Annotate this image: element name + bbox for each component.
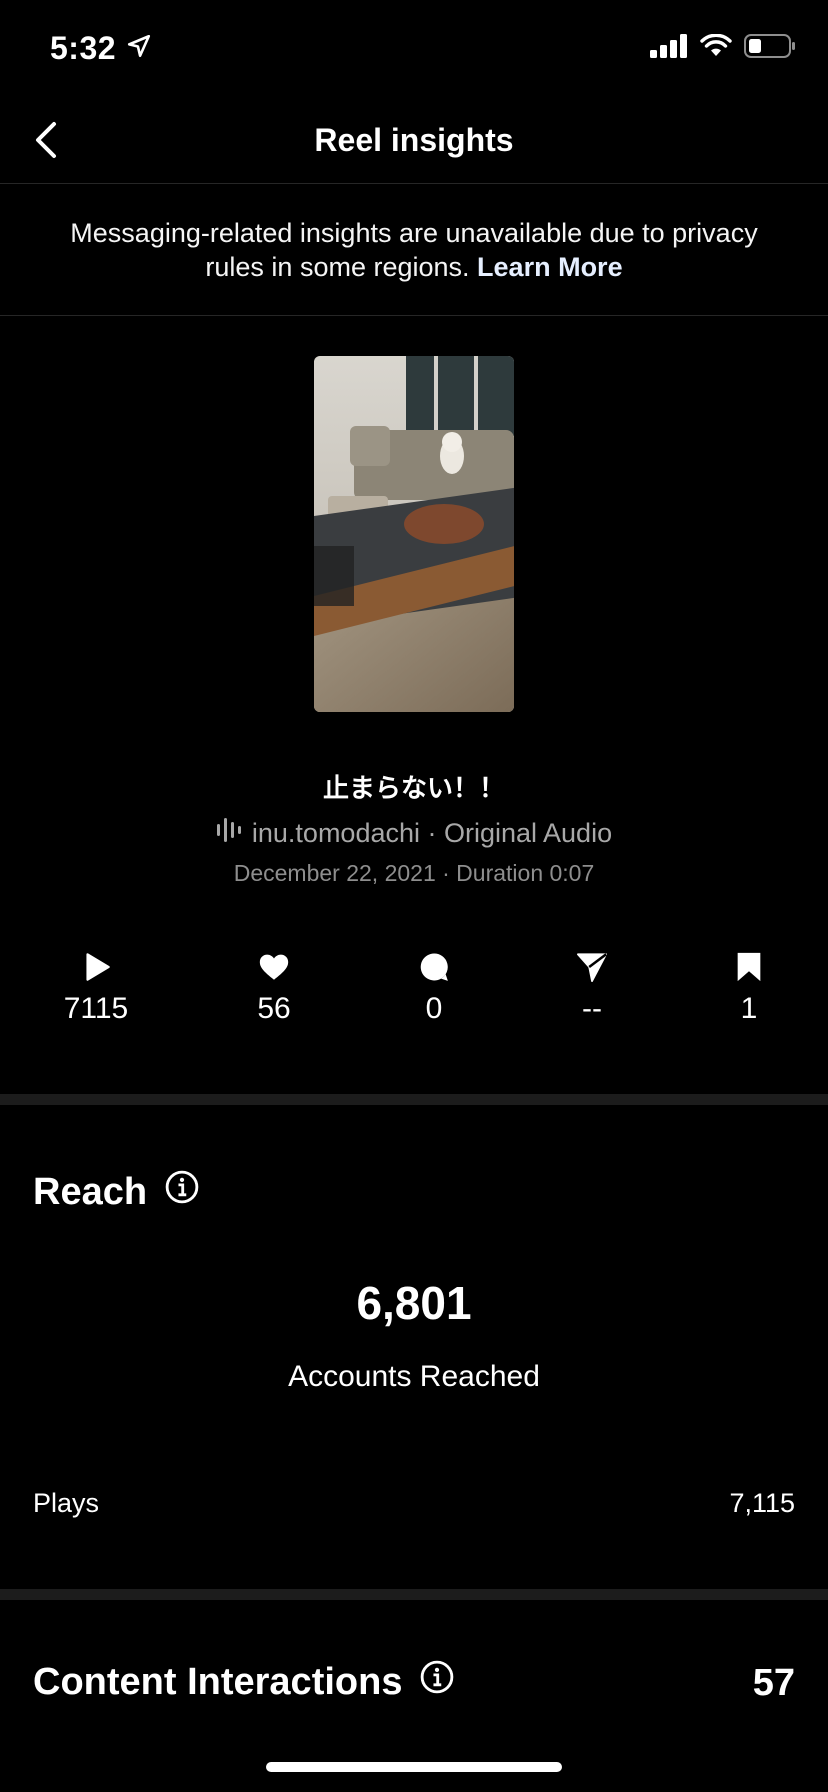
plays-value: 7,115 bbox=[729, 1488, 795, 1518]
stat-comments: 0 bbox=[374, 950, 494, 1026]
navigation-bar: Reel insights bbox=[0, 100, 828, 184]
comment-icon bbox=[374, 950, 494, 984]
content-interactions-title: Content Interactions bbox=[33, 1660, 403, 1703]
accounts-reached-number: 6,801 bbox=[356, 1277, 472, 1329]
plays-row: Plays 7,115 bbox=[33, 1488, 795, 1519]
play-icon bbox=[36, 950, 156, 984]
privacy-notice: Messaging-related insights are unavailab… bbox=[0, 184, 828, 316]
content-interactions-header: Content Interactions bbox=[33, 1660, 454, 1704]
section-divider bbox=[0, 1589, 828, 1600]
page-title: Reel insights bbox=[314, 122, 514, 158]
content-interactions-value: 57 bbox=[752, 1662, 795, 1704]
status-bar: 5:32 bbox=[0, 0, 828, 100]
plays-label: Plays bbox=[33, 1488, 100, 1518]
status-icons bbox=[650, 34, 796, 58]
section-divider bbox=[0, 1094, 828, 1105]
stat-value: -- bbox=[582, 992, 602, 1025]
bookmark-icon bbox=[689, 950, 809, 984]
audio-wave-icon bbox=[216, 818, 242, 849]
accounts-reached-label: Accounts Reached bbox=[288, 1360, 540, 1393]
reel-caption: 止まらない！！ bbox=[322, 773, 505, 803]
reel-insights-screen: 5:32 Reel insights Messaging-related ins… bbox=[0, 0, 828, 1792]
reach-title: Reach bbox=[33, 1170, 148, 1213]
heart-icon bbox=[214, 950, 334, 984]
location-arrow-icon bbox=[126, 30, 152, 67]
notice-message: Messaging-related insights are unavailab… bbox=[70, 217, 758, 282]
wifi-icon bbox=[700, 34, 732, 58]
stat-saves: 1 bbox=[689, 950, 809, 1026]
home-indicator[interactable] bbox=[266, 1762, 562, 1772]
learn-more-link[interactable]: Learn More bbox=[477, 252, 623, 282]
audio-attribution[interactable]: inu.tomodachi · Original Audio bbox=[0, 818, 828, 849]
reel-thumbnail-image bbox=[314, 356, 514, 712]
stat-likes: 56 bbox=[214, 950, 334, 1026]
audio-label: inu.tomodachi · Original Audio bbox=[251, 818, 613, 848]
privacy-notice-text: Messaging-related insights are unavailab… bbox=[60, 216, 768, 284]
cellular-signal-icon bbox=[650, 34, 688, 58]
reel-meta: December 22, 2021 · Duration 0:07 bbox=[233, 860, 595, 886]
reel-thumbnail[interactable] bbox=[314, 356, 514, 712]
stats-row: 7115 56 0 -- 1 bbox=[0, 950, 828, 1040]
stat-value: 56 bbox=[257, 992, 291, 1025]
stat-value: 0 bbox=[425, 992, 443, 1025]
reach-header: Reach bbox=[33, 1170, 199, 1214]
stat-value: 7115 bbox=[63, 992, 129, 1025]
battery-icon bbox=[744, 34, 796, 58]
stat-value: 1 bbox=[740, 992, 758, 1025]
status-time-group: 5:32 bbox=[50, 30, 152, 67]
stat-shares: -- bbox=[532, 950, 652, 1026]
info-icon[interactable] bbox=[420, 1660, 454, 1704]
status-time: 5:32 bbox=[50, 30, 117, 66]
stat-plays: 7115 bbox=[36, 950, 156, 1026]
info-icon[interactable] bbox=[165, 1170, 199, 1214]
share-icon bbox=[532, 950, 652, 984]
